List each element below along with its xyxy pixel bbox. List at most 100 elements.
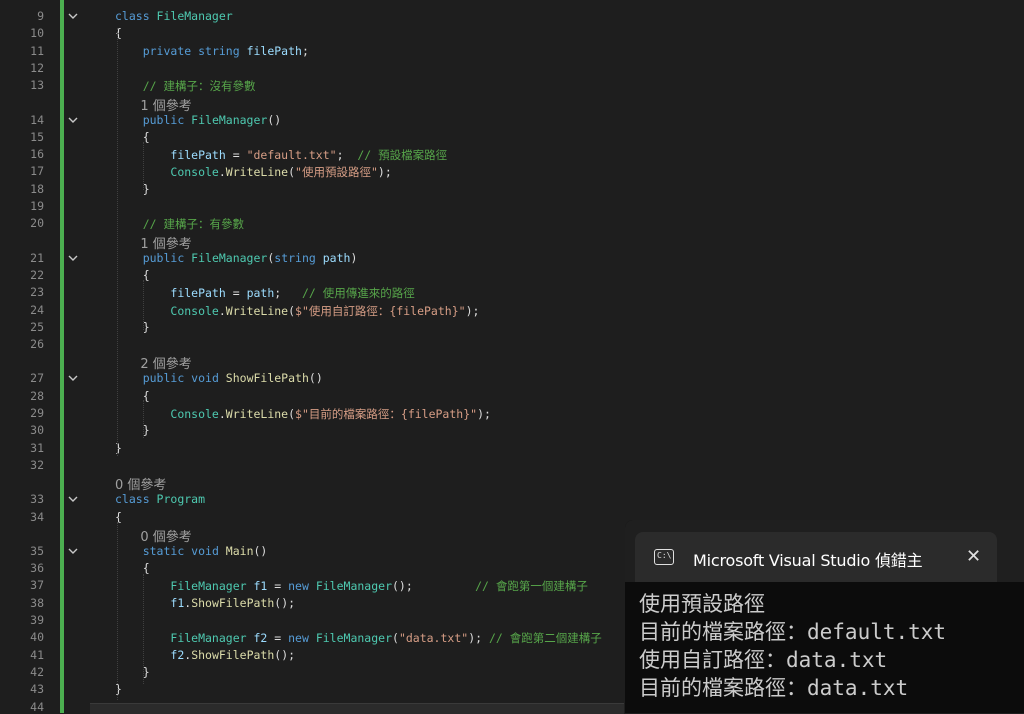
code-token: .	[218, 165, 226, 180]
line-number: 19	[30, 199, 44, 213]
code-token: path	[246, 286, 275, 301]
horizontal-scrollbar[interactable]	[90, 703, 624, 714]
code-line[interactable]: {	[115, 389, 150, 403]
code-token: Main	[225, 543, 254, 558]
code-line[interactable]: {	[115, 561, 150, 575]
code-token: );	[468, 631, 489, 646]
code-line[interactable]: public void ShowFilePath()	[115, 371, 323, 385]
code-line[interactable]: {	[115, 130, 150, 144]
code-token: f1	[170, 595, 185, 610]
code-lens-references[interactable]: 0 個參考	[115, 474, 166, 493]
code-token: ()	[267, 112, 282, 127]
code-line[interactable]: private string filePath;	[115, 44, 309, 58]
line-number: 18	[30, 181, 44, 196]
code-token: // 使用傳進來的路徑	[301, 286, 415, 301]
indent-guide	[117, 28, 118, 456]
console-tab-bar: C:\ Microsoft Visual Studio 偵錯主 ✕	[625, 520, 1024, 582]
code-line[interactable]: static void Main()	[115, 543, 268, 558]
code-token: // 預設檔案路徑	[357, 148, 448, 163]
line-number: 37	[30, 578, 44, 593]
code-token: // 會跑第二個建構子	[488, 631, 602, 646]
code-token: {	[115, 561, 150, 576]
chevron-down-icon[interactable]	[67, 545, 79, 557]
console-output: 使用預設路徑 目前的檔案路徑：default.txt 使用自訂路徑：data.t…	[639, 590, 946, 702]
code-line[interactable]: Console.WriteLine($"目前的檔案路徑：{filePath}")…	[115, 406, 491, 422]
line-number: 15	[30, 129, 44, 144]
chevron-down-icon[interactable]	[67, 114, 79, 126]
code-token: ()	[308, 371, 323, 386]
code-line[interactable]: Console.WriteLine($"使用自訂路徑：{filePath}");	[115, 303, 479, 319]
code-token: // 建構子：沒有參數	[142, 79, 256, 94]
line-number: 41	[30, 647, 44, 662]
indent-guide	[143, 280, 144, 330]
line-number: 12	[30, 60, 44, 75]
chevron-down-icon[interactable]	[67, 493, 79, 505]
code-token: f2	[170, 647, 185, 662]
code-token: // 會跑第一個建構子	[475, 579, 588, 594]
close-icon[interactable]: ✕	[966, 546, 981, 567]
line-number: 39	[30, 613, 44, 627]
code-token: f2	[253, 631, 268, 646]
code-token: "使用預設路徑"	[295, 165, 378, 180]
code-token: filePath	[170, 286, 226, 301]
code-line[interactable]: }	[115, 182, 150, 196]
code-token: ShowFilePath	[191, 595, 275, 610]
code-token: Program	[156, 492, 206, 507]
code-line[interactable]: }	[115, 423, 150, 437]
code-line[interactable]: FileManager f1 = new FileManager(); // 會…	[115, 578, 588, 594]
chevron-down-icon[interactable]	[67, 10, 79, 22]
code-token: ShowFilePath	[191, 647, 275, 662]
code-lens-references[interactable]: 0 個參考	[140, 526, 191, 545]
code-token: {	[115, 129, 150, 144]
code-token: WriteLine	[225, 165, 289, 180]
console-output-line: 使用自訂路徑：data.txt	[639, 648, 888, 672]
line-number: 43	[30, 682, 44, 697]
code-lens-references[interactable]: 1 個參考	[140, 233, 191, 252]
code-token: )	[350, 250, 358, 265]
code-token: public	[142, 112, 192, 127]
code-token: Console	[170, 303, 219, 318]
code-line[interactable]: f2.ShowFilePath();	[115, 648, 295, 662]
code-line[interactable]: class Program	[115, 492, 205, 506]
code-line[interactable]: filePath = "default.txt"; // 預設檔案路徑	[115, 147, 447, 163]
code-line[interactable]: class FileManager	[115, 9, 233, 23]
terminal-icon-label: C:\	[657, 551, 672, 560]
debug-console-window[interactable]: C:\ Microsoft Visual Studio 偵錯主 ✕ 使用預設路徑…	[625, 520, 1024, 713]
code-token: FileManager	[170, 631, 254, 646]
code-line[interactable]: // 建構子：有參數	[115, 216, 244, 232]
code-token: ShowFilePath	[225, 371, 309, 386]
code-line[interactable]: {	[115, 268, 150, 282]
code-lens-references[interactable]: 1 個參考	[140, 95, 191, 114]
line-number: 33	[30, 492, 44, 507]
code-lens-references[interactable]: 2 個參考	[140, 353, 191, 372]
code-line[interactable]: filePath = path; // 使用傳進來的路徑	[115, 285, 415, 301]
code-line[interactable]: public FileManager()	[115, 112, 282, 127]
console-tab[interactable]: C:\ Microsoft Visual Studio 偵錯主 ✕	[635, 532, 997, 582]
code-token: $"目前的檔案路徑：{filePath}"	[295, 407, 478, 421]
chevron-down-icon[interactable]	[67, 372, 79, 384]
code-line[interactable]: FileManager f2 = new FileManager("data.t…	[115, 630, 602, 646]
code-line[interactable]: }	[115, 665, 150, 679]
line-number: 22	[30, 267, 44, 282]
line-number: 16	[30, 147, 44, 162]
code-token: =	[267, 579, 289, 594]
code-token: );	[377, 165, 392, 180]
console-output-line: 目前的檔案路徑：data.txt	[639, 676, 909, 700]
code-line[interactable]: Console.WriteLine("使用預設路徑");	[115, 164, 392, 180]
code-token: string	[274, 250, 323, 265]
line-number: 32	[30, 457, 44, 472]
code-line[interactable]: f1.ShowFilePath();	[115, 596, 295, 610]
line-number: 27	[30, 371, 44, 386]
code-line[interactable]: // 建構子：沒有參數	[115, 78, 256, 94]
code-token: static	[142, 543, 192, 558]
code-line[interactable]: }	[115, 320, 150, 334]
code-line[interactable]: public FileManager(string path)	[115, 250, 358, 265]
code-token: }	[115, 423, 150, 438]
line-number: 44	[30, 699, 44, 714]
code-token: }	[115, 664, 150, 679]
code-token: public	[142, 250, 192, 265]
chevron-down-icon[interactable]	[67, 252, 79, 264]
